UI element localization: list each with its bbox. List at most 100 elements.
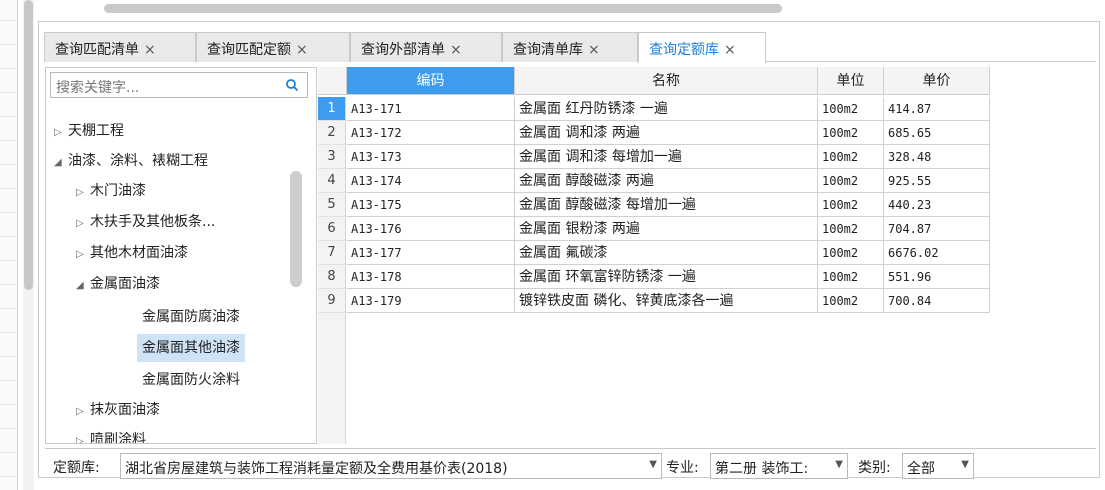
row-number[interactable]: 1	[318, 97, 346, 121]
cell-name[interactable]: 金属面 红丹防锈漆 一遍	[515, 97, 818, 121]
cell-price[interactable]: 414.87	[884, 97, 990, 121]
close-icon[interactable]: ×	[144, 42, 156, 58]
cell-price[interactable]: 700.84	[884, 289, 990, 313]
expand-icon[interactable]: ▷	[76, 398, 90, 426]
expand-icon[interactable]: ▷	[76, 210, 90, 238]
horizontal-scrollbar-track[interactable]	[38, 0, 1100, 22]
close-icon[interactable]: ×	[724, 42, 736, 58]
cell-price[interactable]: 6676.02	[884, 241, 990, 265]
cell-code[interactable]: A13-173	[347, 145, 515, 169]
row-number[interactable]: 3	[318, 145, 346, 169]
cell-name[interactable]: 镀锌铁皮面 磷化、锌黄底漆各一遍	[515, 289, 818, 313]
tree-node-wood-door-paint[interactable]: ▷ 木门油漆	[76, 177, 146, 205]
tab-label: 查询定额库	[649, 42, 719, 58]
collapse-icon[interactable]: ◢	[76, 272, 90, 300]
tree-node-wood-handrail[interactable]: ▷ 木扶手及其他板条...	[76, 208, 215, 236]
row-number[interactable]: 5	[318, 193, 346, 217]
gutter-line	[0, 140, 18, 141]
tab-label: 查询匹配清单	[55, 42, 139, 58]
row-number[interactable]: 6	[318, 217, 346, 241]
expand-icon[interactable]: ▷	[76, 428, 90, 443]
cell-price[interactable]: 328.48	[884, 145, 990, 169]
close-icon[interactable]: ×	[296, 42, 308, 58]
row-number[interactable]: 8	[318, 265, 346, 289]
collapse-icon[interactable]: ◢	[54, 149, 68, 177]
tree-node-paint-works[interactable]: ◢ 油漆、涂料、裱糊工程	[54, 147, 208, 175]
cell-code[interactable]: A13-178	[347, 265, 515, 289]
category-select[interactable]: 全部 ▼	[902, 453, 974, 479]
tree-node-metal-fireproof[interactable]: 金属面防火涂料	[142, 366, 240, 394]
cell-price[interactable]: 704.87	[884, 217, 990, 241]
search-input[interactable]: 搜索关键字...	[50, 72, 308, 98]
row-number[interactable]: 9	[318, 289, 346, 313]
cell-price[interactable]: 685.65	[884, 121, 990, 145]
tree-node-plaster-paint[interactable]: ▷ 抹灰面油漆	[76, 396, 160, 424]
cell-name[interactable]: 金属面 调和漆 两遍	[515, 121, 818, 145]
cell-code[interactable]: A13-175	[347, 193, 515, 217]
cell-price[interactable]: 440.23	[884, 193, 990, 217]
tree-node-ceiling[interactable]: ▷ 天棚工程	[54, 117, 124, 145]
cell-name[interactable]: 金属面 氟碳漆	[515, 241, 818, 265]
gutter-line	[0, 452, 18, 453]
tree-node-label: 喷刷涂料	[90, 432, 146, 444]
tree-node-label: 木门油漆	[90, 183, 146, 199]
cell-unit[interactable]: 100m2	[818, 289, 884, 313]
expand-icon[interactable]: ▷	[76, 179, 90, 207]
search-placeholder: 搜索关键字...	[56, 80, 140, 96]
tree-scrollbar-thumb[interactable]	[290, 171, 302, 287]
chevron-down-icon[interactable]: ▼	[649, 459, 657, 470]
cell-code[interactable]: A13-176	[347, 217, 515, 241]
cell-name[interactable]: 金属面 醇酸磁漆 两遍	[515, 169, 818, 193]
cell-price[interactable]: 551.96	[884, 265, 990, 289]
gutter-line	[0, 404, 18, 405]
cell-unit[interactable]: 100m2	[818, 265, 884, 289]
quota-library-select[interactable]: 湖北省房屋建筑与装饰工程消耗量定额及全费用基价表(2018) ▼	[120, 453, 662, 479]
cell-name[interactable]: 金属面 环氧富锌防锈漆 一遍	[515, 265, 818, 289]
row-number[interactable]: 2	[318, 121, 346, 145]
cell-unit[interactable]: 100m2	[818, 241, 884, 265]
tab-match-list[interactable]: 查询匹配清单 ×	[44, 32, 196, 62]
tab-match-quota[interactable]: 查询匹配定额 ×	[196, 32, 350, 62]
cell-code[interactable]: A13-174	[347, 169, 515, 193]
outer-vertical-scrollbar-thumb[interactable]	[24, 0, 33, 290]
tab-external-list[interactable]: 查询外部清单 ×	[350, 32, 502, 62]
cell-name[interactable]: 金属面 银粉漆 两遍	[515, 217, 818, 241]
tree-node-spray-coating[interactable]: ▷ 喷刷涂料	[76, 426, 146, 444]
expand-icon[interactable]: ▷	[54, 119, 68, 147]
cell-name[interactable]: 金属面 醇酸磁漆 每增加一遍	[515, 193, 818, 217]
tab-quota-library[interactable]: 查询定额库 ×	[638, 32, 766, 63]
row-number[interactable]: 7	[318, 241, 346, 265]
expand-icon[interactable]: ▷	[76, 241, 90, 269]
cell-unit[interactable]: 100m2	[818, 217, 884, 241]
cell-name[interactable]: 金属面 调和漆 每增加一遍	[515, 145, 818, 169]
cell-code[interactable]: A13-171	[347, 97, 515, 121]
cell-code[interactable]: A13-172	[347, 121, 515, 145]
horizontal-scrollbar-thumb[interactable]	[104, 4, 782, 13]
tree-node-metal-other-paint[interactable]: 金属面其他油漆	[137, 334, 245, 362]
row-number[interactable]: 4	[318, 169, 346, 193]
column-header-name[interactable]: 名称	[515, 67, 818, 95]
major-select[interactable]: 第二册 装饰工: ▼	[710, 453, 848, 479]
tab-list-library[interactable]: 查询清单库 ×	[502, 32, 638, 62]
cell-price[interactable]: 925.55	[884, 169, 990, 193]
column-header-price[interactable]: 单价	[884, 67, 990, 95]
gutter-line	[0, 92, 18, 93]
tree-node-metal-anticorrosion[interactable]: 金属面防腐油漆	[142, 303, 240, 331]
column-header-code[interactable]: 编码	[347, 67, 515, 95]
close-icon[interactable]: ×	[588, 42, 600, 58]
cell-code[interactable]: A13-179	[347, 289, 515, 313]
chevron-down-icon[interactable]: ▼	[961, 459, 969, 470]
cell-unit[interactable]: 100m2	[818, 121, 884, 145]
close-icon[interactable]: ×	[450, 42, 462, 58]
tree-node-metal-paint[interactable]: ◢ 金属面油漆	[76, 270, 160, 298]
tab-label: 查询匹配定额	[207, 42, 291, 58]
cell-unit[interactable]: 100m2	[818, 145, 884, 169]
column-header-unit[interactable]: 单位	[818, 67, 884, 95]
cell-code[interactable]: A13-177	[347, 241, 515, 265]
chevron-down-icon[interactable]: ▼	[835, 459, 843, 470]
tree-node-other-wood-paint[interactable]: ▷ 其他木材面油漆	[76, 239, 188, 267]
search-icon[interactable]	[285, 78, 299, 92]
cell-unit[interactable]: 100m2	[818, 193, 884, 217]
cell-unit[interactable]: 100m2	[818, 97, 884, 121]
cell-unit[interactable]: 100m2	[818, 169, 884, 193]
